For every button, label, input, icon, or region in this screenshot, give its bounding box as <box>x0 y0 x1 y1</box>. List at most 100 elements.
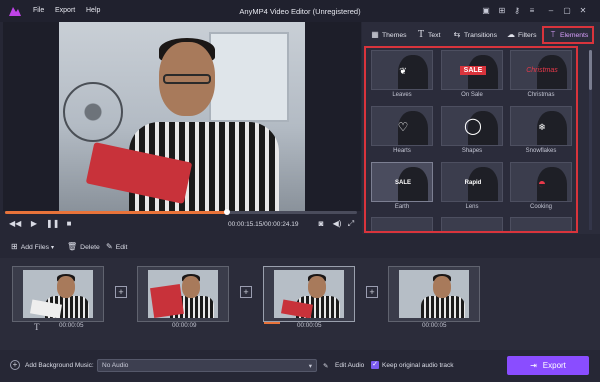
add-music-icon[interactable]: + <box>10 360 20 370</box>
snapshot-icon[interactable]: ◙ <box>315 219 327 229</box>
add-files-button[interactable]: ⊞ Add Files ▾ <box>11 242 54 251</box>
element-label: Lens <box>465 204 479 210</box>
chevron-down-icon[interactable]: ▾ <box>51 245 54 251</box>
grid-icon: ▦ <box>371 30 379 39</box>
element-label: Earth <box>394 204 410 210</box>
add-files-label: Add Files <box>20 244 50 251</box>
minimize-icon[interactable]: – <box>546 6 556 16</box>
element-thumb: Christmas <box>510 50 572 90</box>
edit-label: Edit <box>115 244 128 251</box>
cooking-icon: ◓ <box>537 175 547 191</box>
element-thumb: ❦ <box>371 50 433 90</box>
element-thumb <box>441 217 503 231</box>
text-icon: T <box>417 29 425 40</box>
timecode: 00:00:15.15/00:00:24.19 <box>228 221 299 228</box>
maximize-icon[interactable]: ▢ <box>562 6 572 16</box>
element-earth[interactable]: SALE Earth <box>371 162 433 214</box>
rewind-icon[interactable]: ◀◀ <box>9 219 21 229</box>
add-transition-button[interactable]: + <box>240 286 252 298</box>
text-track-icon[interactable]: T <box>34 322 40 332</box>
key-icon[interactable]: ⚷ <box>512 6 522 16</box>
export-button[interactable]: ⇥ Export <box>507 356 589 375</box>
element-label: Leaves <box>392 92 412 98</box>
export-label: Export <box>542 361 566 370</box>
tab-themes-label: Themes <box>382 32 407 39</box>
element-label: Cooking <box>529 204 552 210</box>
timeline-clip-active[interactable] <box>263 266 355 324</box>
element-label: Shapes <box>461 148 483 154</box>
progress-fill <box>5 211 227 214</box>
edit-button[interactable]: ✎ Edit <box>106 242 127 251</box>
add-file-icon: ⊞ <box>11 242 18 251</box>
tab-filters[interactable]: ☁ Filters <box>506 25 537 45</box>
fullscreen-icon[interactable]: ⤢ <box>345 219 357 229</box>
lens-badge: Rapid <box>464 180 482 186</box>
cart-icon[interactable]: ⊞ <box>497 6 507 16</box>
element-thumb: ◯ <box>441 106 503 146</box>
sale-badge: SALE <box>459 66 487 75</box>
element-shapes[interactable]: ◯ Shapes <box>441 106 503 158</box>
tab-themes[interactable]: ▦ Themes <box>370 25 407 45</box>
keep-audio-label: Keep original audio track <box>382 362 454 369</box>
elements-scrollbar[interactable] <box>589 50 592 230</box>
preview-area <box>3 22 361 211</box>
element-thumb: ◓ <box>510 162 572 202</box>
app-window: File Export Help AnyMP4 Video Editor (Un… <box>0 0 600 382</box>
element-lens[interactable]: Rapid Lens <box>441 162 503 214</box>
timeline-clip[interactable] <box>137 266 229 322</box>
audio-select[interactable]: No Audio ▾ <box>97 359 317 372</box>
timeline-clip[interactable] <box>388 266 480 322</box>
title-bar: File Export Help AnyMP4 Video Editor (Un… <box>0 0 600 22</box>
save-icon[interactable]: ▣ <box>481 6 491 16</box>
menu-icon[interactable]: ≡ <box>527 6 537 16</box>
element-on-sale[interactable]: SALE On Sale <box>441 50 503 102</box>
edit-audio-icon[interactable]: ✎ <box>323 362 328 370</box>
add-transition-button[interactable]: + <box>115 286 127 298</box>
delete-button[interactable]: 🗑 Delete <box>67 242 100 251</box>
element-partial[interactable] <box>371 217 433 231</box>
christmas-badge: Christmas <box>526 67 558 74</box>
element-label: On Sale <box>461 92 483 98</box>
pause-icon[interactable]: ❚❚ <box>46 219 59 229</box>
element-christmas[interactable]: Christmas Christmas <box>510 50 572 102</box>
element-cooking[interactable]: ◓ Cooking <box>510 162 572 214</box>
edit-audio-button[interactable]: Edit Audio <box>335 362 364 369</box>
export-icon: ⇥ <box>530 361 537 370</box>
delete-label: Delete <box>80 244 100 251</box>
progress-bar[interactable] <box>5 209 357 215</box>
element-label: Snowflakes <box>525 148 557 154</box>
tab-text[interactable]: T Text <box>416 25 441 45</box>
volume-icon[interactable]: ◀) <box>331 219 343 229</box>
keep-audio-checkbox[interactable]: ✓ <box>371 361 379 369</box>
heart-icon: ♡ <box>397 120 409 134</box>
stop-icon[interactable]: ■ <box>63 219 75 229</box>
progress-knob[interactable] <box>223 209 230 215</box>
play-icon[interactable]: ▶ <box>28 219 40 229</box>
timeline: + + + T 00:00:05 00:00:09 00:00:05 00:00… <box>0 258 600 350</box>
tab-text-label: Text <box>428 32 441 39</box>
element-partial[interactable] <box>441 217 503 231</box>
video-preview[interactable] <box>59 22 305 211</box>
bottom-bar: + Add Background Music: No Audio ▾ ✎ Edi… <box>0 350 600 382</box>
element-thumb: SALE <box>371 162 433 202</box>
timeline-toolbar: ⊞ Add Files ▾ 🗑 Delete ✎ Edit <box>0 236 600 258</box>
transitions-icon: ⇆ <box>453 30 461 39</box>
leaves-icon: ❦ <box>399 66 407 76</box>
element-thumb: Rapid <box>441 162 503 202</box>
close-icon[interactable]: ✕ <box>578 6 588 16</box>
tab-elements[interactable]: ⟙ Elements <box>542 26 595 44</box>
tab-transitions[interactable]: ⇆ Transitions <box>452 25 497 45</box>
timeline-clip[interactable] <box>12 266 104 322</box>
element-hearts[interactable]: ♡ Hearts <box>371 106 433 158</box>
clip-duration: 00:00:05 <box>59 322 84 329</box>
element-snowflakes[interactable]: ❄ Snowflakes <box>510 106 572 158</box>
add-transition-button[interactable]: + <box>366 286 378 298</box>
clip-duration: 00:00:05 <box>422 322 447 329</box>
element-leaves[interactable]: ❦ Leaves <box>371 50 433 102</box>
scrollbar-thumb[interactable] <box>589 50 592 90</box>
audio-select-value: No Audio <box>102 362 129 369</box>
tab-transitions-label: Transitions <box>464 32 497 39</box>
element-thumb <box>371 217 433 231</box>
element-partial[interactable] <box>510 217 572 231</box>
edit-icon: ✎ <box>106 242 113 251</box>
